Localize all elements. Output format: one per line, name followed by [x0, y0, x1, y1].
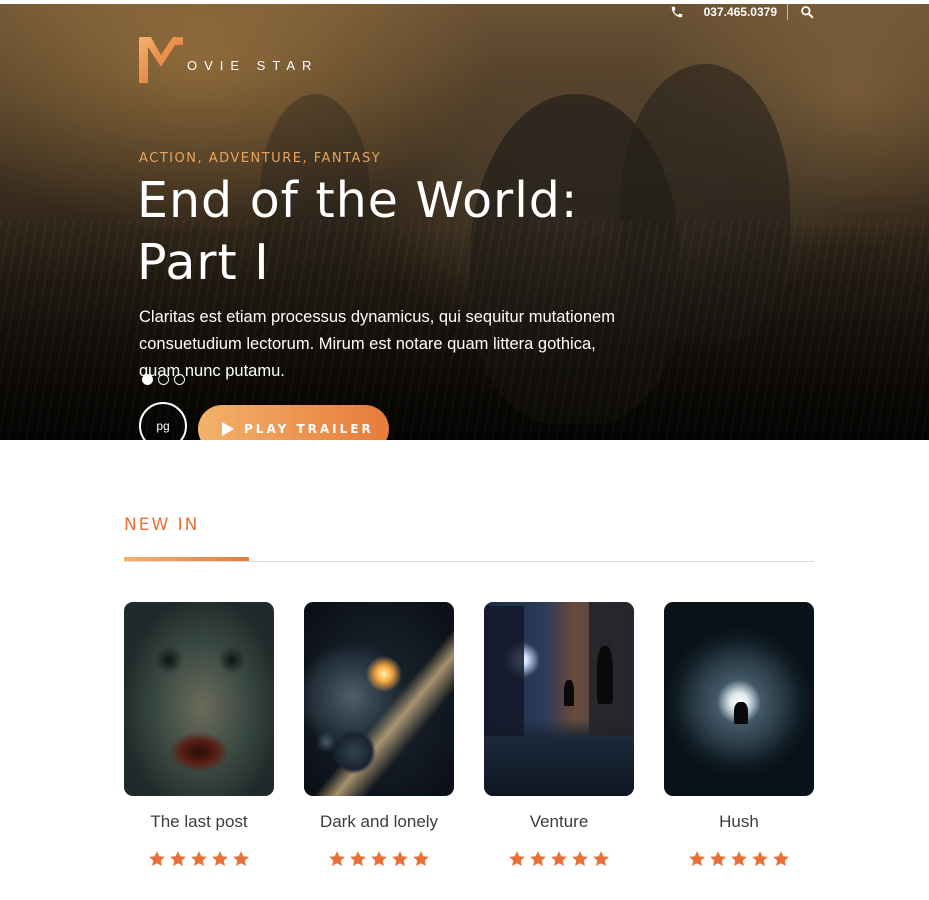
site-logo[interactable]: OVIE STAR — [139, 37, 318, 83]
movie-title[interactable]: The last post — [150, 812, 247, 832]
hero-banner: 037.465.0379 OVIE STAR ACTION, ADVENTURE… — [0, 4, 929, 440]
star-rating — [508, 850, 610, 868]
star-icon — [170, 851, 186, 867]
movie-poster[interactable] — [484, 602, 634, 796]
star-icon — [509, 851, 525, 867]
star-icon — [572, 851, 588, 867]
phone-number[interactable]: 037.465.0379 — [704, 5, 777, 19]
slider-dot[interactable] — [158, 374, 169, 385]
slider-dots — [142, 374, 185, 385]
star-icon — [329, 851, 345, 867]
poster-figure — [597, 646, 613, 704]
play-trailer-label: PLAY TRAILER — [244, 422, 374, 436]
hero-description: Claritas est etiam processus dynamicus, … — [139, 308, 615, 380]
movie-card[interactable]: Venture — [484, 602, 634, 868]
star-rating — [688, 850, 790, 868]
movie-poster[interactable] — [664, 602, 814, 796]
star-icon — [689, 851, 705, 867]
star-icon — [350, 851, 366, 867]
star-icon — [593, 851, 609, 867]
star-icon — [233, 851, 249, 867]
hero-genres: ACTION, ADVENTURE, FANTASY — [139, 151, 382, 166]
star-icon — [731, 851, 747, 867]
top-bar: 037.465.0379 — [670, 4, 814, 20]
star-icon — [413, 851, 429, 867]
movie-card[interactable]: The last post — [124, 602, 274, 868]
search-icon[interactable] — [800, 5, 814, 19]
movie-card[interactable]: Dark and lonely — [304, 602, 454, 868]
movie-title[interactable]: Hush — [719, 812, 759, 832]
poster-figure — [564, 680, 574, 706]
movie-poster[interactable] — [304, 602, 454, 796]
star-icon — [191, 851, 207, 867]
play-icon — [222, 422, 234, 436]
slider-dot[interactable] — [174, 374, 185, 385]
star-icon — [752, 851, 768, 867]
section-divider — [124, 561, 814, 562]
star-icon — [371, 851, 387, 867]
star-rating — [148, 850, 250, 868]
section-accent-bar — [124, 557, 249, 561]
star-icon — [551, 851, 567, 867]
phone-icon[interactable] — [670, 5, 684, 19]
logo-mark — [139, 37, 183, 83]
poster-building — [484, 606, 524, 736]
star-rating — [328, 850, 430, 868]
logo-text: OVIE STAR — [187, 57, 319, 73]
play-trailer-button[interactable]: PLAY TRAILER — [198, 405, 389, 440]
movie-poster[interactable] — [124, 602, 274, 796]
movie-card[interactable]: Hush — [664, 602, 814, 868]
poster-figure — [734, 702, 748, 724]
star-icon — [530, 851, 546, 867]
hero-title: End of the World: Part I — [137, 172, 579, 291]
star-icon — [212, 851, 228, 867]
movie-title[interactable]: Dark and lonely — [320, 812, 438, 832]
star-icon — [149, 851, 165, 867]
movie-title[interactable]: Venture — [530, 812, 589, 832]
star-icon — [773, 851, 789, 867]
star-icon — [710, 851, 726, 867]
topbar-divider — [787, 4, 788, 20]
movie-list: The last post Dark and lonely Venture Hu… — [124, 602, 814, 868]
slider-dot[interactable] — [142, 374, 153, 385]
section-title: NEW IN — [124, 515, 200, 535]
star-icon — [392, 851, 408, 867]
